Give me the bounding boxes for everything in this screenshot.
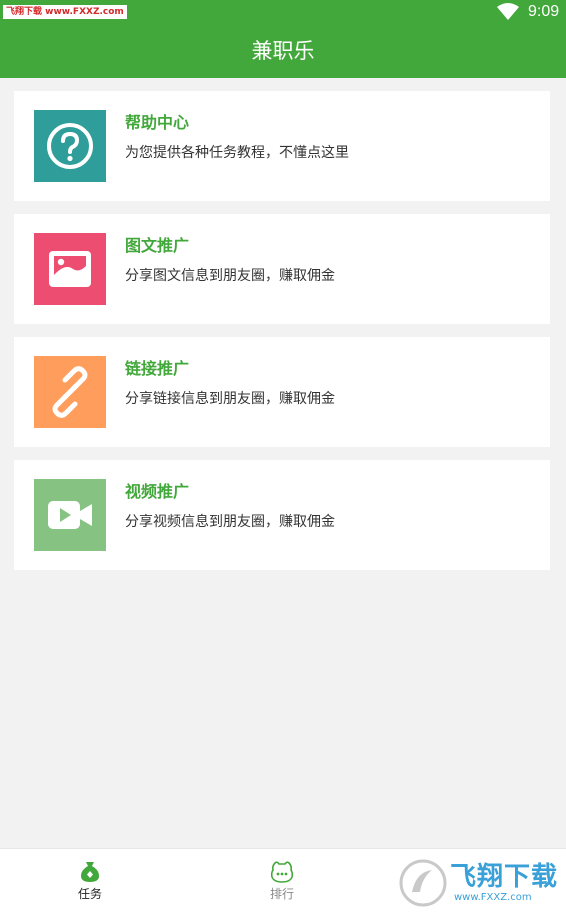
tab-rank[interactable]: 排行 <box>232 849 332 917</box>
card-description: 分享图文信息到朋友圈，赚取佣金 <box>125 268 335 284</box>
app-bar: 兼职乐 <box>0 24 566 78</box>
video-promo-card[interactable]: 视频推广 分享视频信息到朋友圈，赚取佣金 <box>14 460 550 570</box>
watermark-emblem-icon <box>399 859 447 907</box>
app-screen: 飞翔下载 www.FXXZ.com 9:09 兼职乐 帮助中心 为您提供各种任务… <box>0 0 566 917</box>
card-description: 分享视频信息到朋友圈，赚取佣金 <box>125 514 335 530</box>
tab-tasks-label: 任务 <box>77 887 102 901</box>
help-center-card[interactable]: 帮助中心 为您提供各种任务教程，不懂点这里 <box>14 91 550 201</box>
card-title: 链接推广 <box>125 359 190 378</box>
clock: 9:09 <box>528 3 560 20</box>
image-icon <box>34 233 106 305</box>
watermark-logo: 飞翔下载 www.FXXZ.com <box>398 856 560 910</box>
video-icon <box>34 479 106 551</box>
link-icon <box>34 356 106 428</box>
watermark-logo-text: 飞翔下载 <box>450 862 559 892</box>
card-title: 视频推广 <box>125 482 190 501</box>
card-description: 为您提供各种任务教程，不懂点这里 <box>125 145 349 161</box>
status-bar: 飞翔下载 www.FXXZ.com 9:09 <box>0 0 566 24</box>
link-promo-card[interactable]: 链接推广 分享链接信息到朋友圈，赚取佣金 <box>14 337 550 447</box>
rank-icon <box>270 861 294 883</box>
money-bag-icon <box>81 862 99 882</box>
image-promo-card[interactable]: 图文推广 分享图文信息到朋友圈，赚取佣金 <box>14 214 550 324</box>
page-title: 兼职乐 <box>251 39 315 63</box>
wifi-icon <box>497 3 519 20</box>
task-card-list: 帮助中心 为您提供各种任务教程，不懂点这里 图文推广 分享图文信息到朋友圈，赚取… <box>14 91 550 583</box>
card-title: 图文推广 <box>125 236 190 255</box>
help-icon <box>34 110 106 182</box>
card-description: 分享链接信息到朋友圈，赚取佣金 <box>125 391 335 407</box>
watermark-logo-url: www.FXXZ.com <box>454 892 532 903</box>
tab-rank-label: 排行 <box>269 887 294 901</box>
tab-tasks[interactable]: 任务 <box>40 849 140 917</box>
card-title: 帮助中心 <box>125 113 190 132</box>
watermark-text: 飞翔下载 www.FXXZ.com <box>3 5 127 19</box>
